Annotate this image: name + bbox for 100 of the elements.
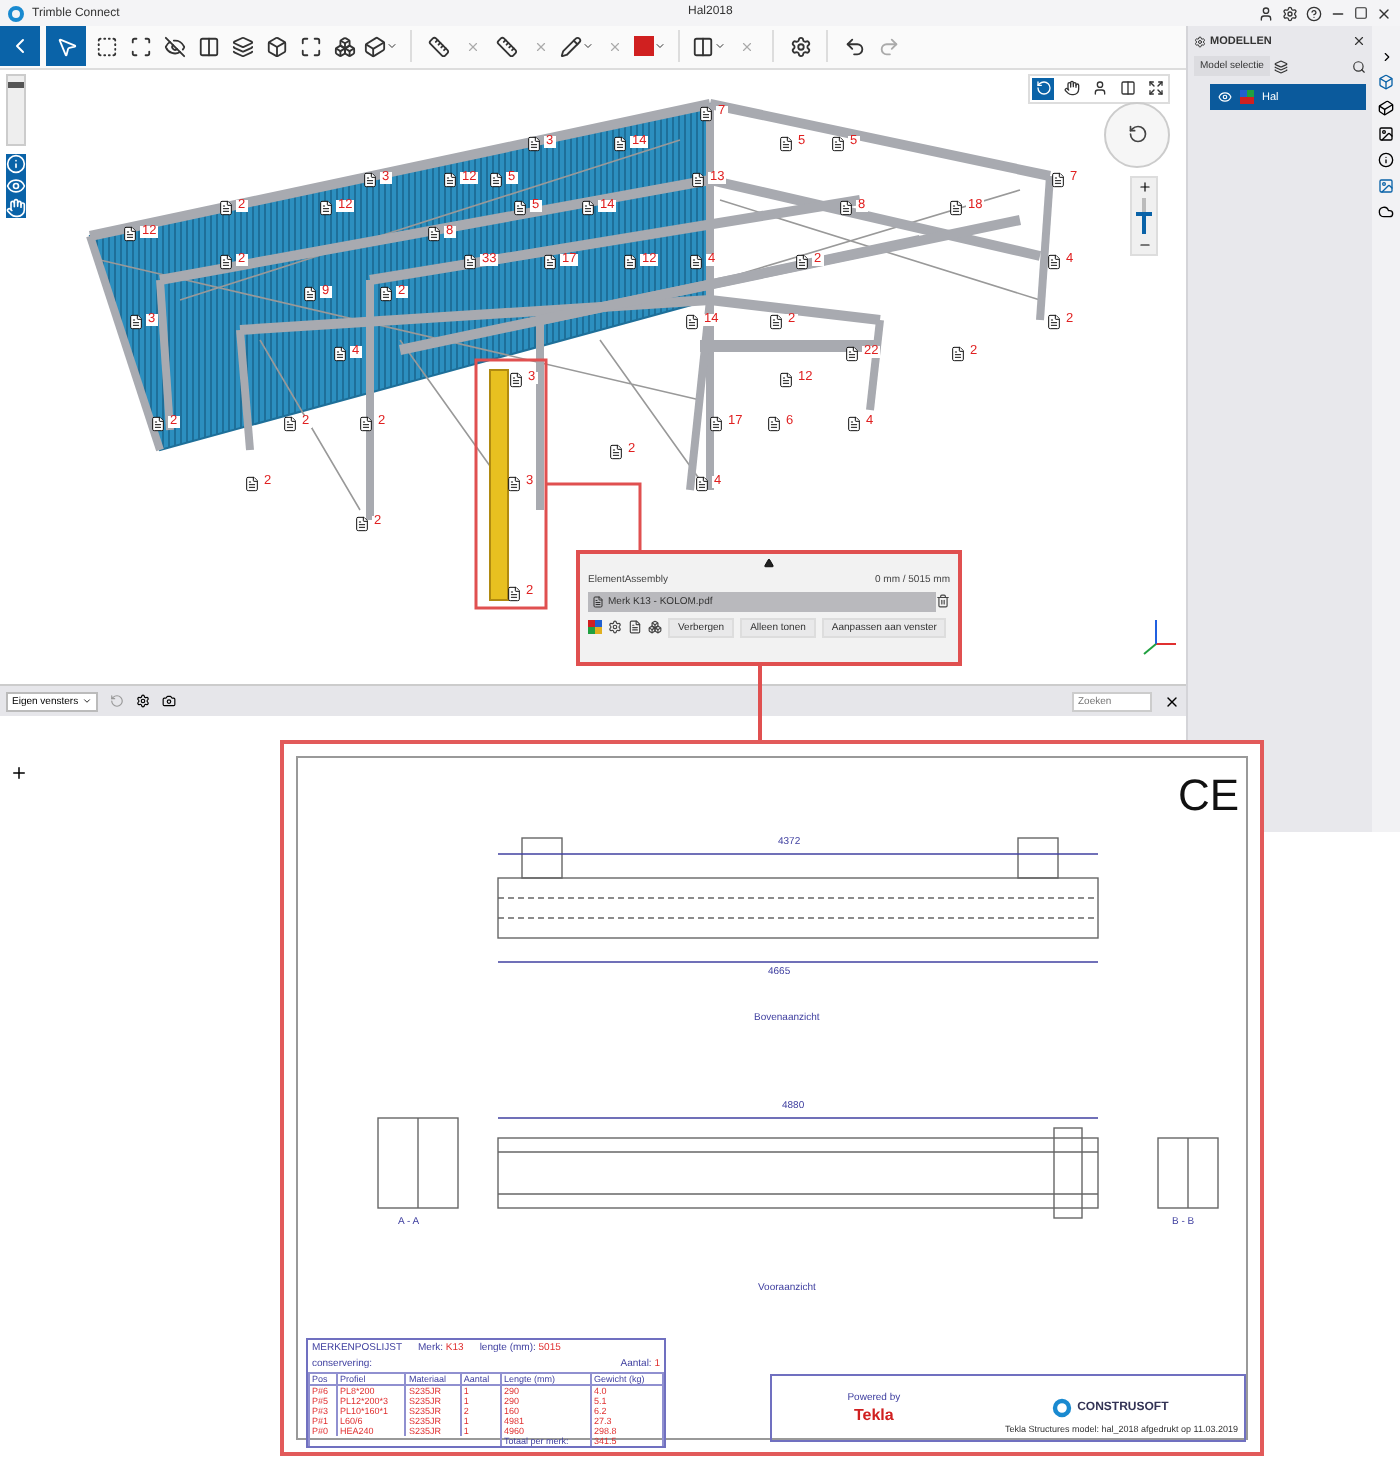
document-icon xyxy=(688,253,704,270)
document-icon xyxy=(508,371,524,388)
bracing-rods[interactable] xyxy=(99,139,1041,511)
maximize-icon xyxy=(1354,6,1368,20)
document-icon xyxy=(244,475,260,492)
document-icon xyxy=(830,135,846,152)
zoom-slider[interactable] xyxy=(1130,175,1158,256)
document-icon xyxy=(622,253,638,270)
document-icon xyxy=(512,199,528,216)
collapse-icon xyxy=(764,557,774,568)
document-icon xyxy=(462,253,478,270)
section-drawing xyxy=(377,1117,459,1209)
hand-icon xyxy=(1063,80,1079,97)
slider-thumb[interactable] xyxy=(8,82,24,89)
document-icon xyxy=(1050,171,1066,188)
document-icon xyxy=(690,171,706,188)
document-icon xyxy=(838,199,854,216)
select-tool-button[interactable] xyxy=(46,26,86,67)
document-icon xyxy=(844,345,860,362)
close-icon xyxy=(607,39,621,54)
steel-beam[interactable] xyxy=(159,174,711,285)
settings-icon xyxy=(1194,35,1206,47)
color-grid-icon xyxy=(588,620,602,635)
document-icon xyxy=(1046,253,1062,270)
box-icon xyxy=(1378,74,1394,90)
steel-column[interactable] xyxy=(156,279,174,431)
settings-icon xyxy=(789,35,811,58)
color-swatch-icon xyxy=(634,36,654,57)
document-icon xyxy=(846,415,862,432)
document-icon xyxy=(612,135,628,152)
orbit-button[interactable] xyxy=(1032,77,1054,100)
eye-icon xyxy=(6,175,26,196)
frame-icon xyxy=(129,35,151,58)
document-icon xyxy=(526,135,542,152)
columns-icon xyxy=(1119,80,1135,97)
pan-button[interactable] xyxy=(1060,77,1082,100)
settings-icon xyxy=(136,694,151,709)
document-icon xyxy=(128,313,144,330)
close-icon xyxy=(1376,5,1392,21)
document-icon xyxy=(684,313,700,330)
document-icon xyxy=(150,415,166,432)
user-icon xyxy=(1258,5,1274,21)
undo-icon xyxy=(843,35,865,58)
tekla-logo: Tekla xyxy=(853,1406,894,1424)
document-icon xyxy=(778,371,794,388)
person-icon xyxy=(1091,80,1107,97)
expand-icon xyxy=(1147,80,1163,97)
cube-icon xyxy=(364,35,386,58)
close-icon xyxy=(465,39,479,54)
document-icon xyxy=(794,253,810,270)
document-icon xyxy=(426,225,442,242)
fit-icon xyxy=(299,35,321,58)
ce-mark: CE xyxy=(1178,774,1240,818)
pointer-icon xyxy=(55,35,77,58)
caret-icon xyxy=(582,40,594,53)
orbit-icon xyxy=(1127,124,1147,145)
clip-slider[interactable] xyxy=(6,73,26,146)
pencil-icon xyxy=(560,35,582,58)
document-icon xyxy=(506,585,522,602)
settings-icon xyxy=(1282,5,1298,21)
document-icon xyxy=(778,135,794,152)
fullscreen-button[interactable] xyxy=(1144,77,1166,100)
plus-icon xyxy=(1137,179,1151,194)
document-icon xyxy=(628,620,642,635)
document-icon xyxy=(948,199,964,216)
document-icon xyxy=(354,515,370,532)
eye-off-icon xyxy=(163,35,185,58)
section-drawing xyxy=(1157,1137,1219,1209)
document-icon xyxy=(580,199,596,216)
document-icon xyxy=(332,345,348,362)
document-icon xyxy=(318,199,334,216)
steel-beam[interactable] xyxy=(369,194,861,285)
steel-beam[interactable] xyxy=(88,99,712,241)
document-icon xyxy=(950,345,966,362)
document-icon xyxy=(768,313,784,330)
swap-button[interactable] xyxy=(1116,77,1138,100)
cloud-icon xyxy=(1378,204,1394,220)
trash-icon xyxy=(936,594,950,609)
close-icon xyxy=(1164,693,1180,710)
steel-column[interactable] xyxy=(236,329,254,451)
back-button[interactable] xyxy=(0,26,40,67)
steel-column[interactable] xyxy=(86,234,164,452)
zoom-thumb[interactable] xyxy=(1136,212,1152,217)
logo-icon xyxy=(1051,1398,1072,1418)
image-icon xyxy=(1378,178,1394,194)
document-icon xyxy=(506,475,522,492)
document-icon xyxy=(218,199,234,216)
chevron-right-icon xyxy=(1379,50,1393,64)
document-icon xyxy=(694,475,710,492)
document-icon xyxy=(592,595,604,608)
steel-beam[interactable] xyxy=(538,215,1021,325)
document-icon xyxy=(442,171,458,188)
caret-icon xyxy=(386,40,398,53)
document-icon xyxy=(378,285,394,302)
close-icon xyxy=(1352,34,1366,48)
info-icon xyxy=(6,153,26,174)
document-icon xyxy=(542,253,558,270)
steel-column[interactable] xyxy=(706,103,714,490)
layers-icon xyxy=(1273,59,1288,73)
axis-icon xyxy=(1143,618,1177,655)
